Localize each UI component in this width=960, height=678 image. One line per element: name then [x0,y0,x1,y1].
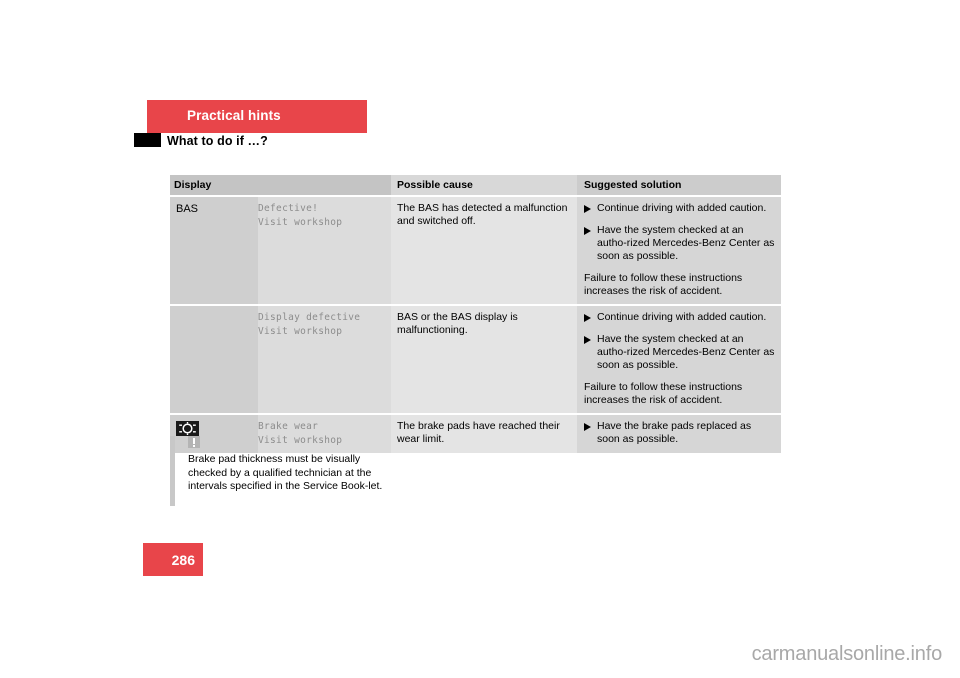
solution-text: Have the brake pads replaced as soon as … [597,420,752,445]
cell-display-symbol [170,415,258,453]
page-number: 286 [171,552,195,568]
cell-possible-cause: The brake pads have reached their wear l… [391,415,577,453]
cell-display-symbol: BAS [170,197,258,304]
chapter-header-band: Practical hints [147,100,367,133]
section-title: What to do if …? [167,134,268,148]
display-message-text: Brake wear Visit workshop [258,421,343,446]
note-side-bar [170,436,175,506]
display-message-text: Defective! Visit workshop [258,203,343,228]
solution-warning-text: Failure to follow these instructions inc… [584,272,743,297]
possible-cause-text: The BAS has detected a malfunction and s… [397,202,568,227]
solution-item: Continue driving with added caution. [584,311,775,324]
possible-cause-text: BAS or the BAS display is malfunctioning… [397,311,518,336]
header-cell-suggested-solution: Suggested solution [577,175,781,195]
solution-item: Have the brake pads replaced as soon as … [584,420,775,446]
solution-text: Continue driving with added caution. [597,202,767,214]
triangle-bullet-icon [584,420,597,446]
cell-display-symbol [170,306,258,413]
solution-text: Have the system checked at an autho-rize… [597,333,775,371]
chapter-title: Practical hints [187,108,281,123]
cell-display-message: Display defective Visit workshop [258,306,391,413]
table-row: BAS Defective! Visit workshop The BAS ha… [170,197,781,304]
cell-display-message: Defective! Visit workshop [258,197,391,304]
cell-suggested-solution: Have the brake pads replaced as soon as … [577,415,781,453]
brake-wear-telltale-icon [176,421,199,436]
table-header-row: Display Possible cause Suggested solutio… [170,175,781,195]
display-symbol-label: BAS [176,203,199,215]
header-cell-display-symbol: Display [170,175,258,195]
possible-cause-text: The brake pads have reached their wear l… [397,420,560,445]
solution-text: Have the system checked at an autho-rize… [597,224,775,262]
table-row: Brake wear Visit workshop The brake pads… [170,415,781,453]
display-message-text: Display defective Visit workshop [258,312,361,337]
malfunction-table: Display Possible cause Suggested solutio… [170,175,781,453]
header-cell-possible-cause: Possible cause [391,175,577,195]
header-cell-display-message [258,175,391,195]
triangle-bullet-icon [584,333,597,372]
table-row: Display defective Visit workshop BAS or … [170,306,781,413]
triangle-bullet-icon [584,224,597,263]
cell-suggested-solution: Continue driving with added caution. Hav… [577,197,781,304]
cell-possible-cause: BAS or the BAS display is malfunctioning… [391,306,577,413]
triangle-bullet-icon [584,202,597,215]
section-marker [134,133,161,147]
note-text: Brake pad thickness must be visually che… [188,453,383,492]
solution-item: Have the system checked at an autho-rize… [584,224,775,263]
cell-suggested-solution: Continue driving with added caution. Hav… [577,306,781,413]
solution-item: Have the system checked at an autho-rize… [584,333,775,372]
solution-item: Continue driving with added caution. [584,202,775,215]
watermark: carmanualsonline.info [751,643,943,665]
solution-warning-text: Failure to follow these instructions inc… [584,381,743,406]
solution-text: Continue driving with added caution. [597,311,767,323]
page-number-badge: 286 [143,543,203,576]
exclamation-icon [188,436,200,448]
cell-display-message: Brake wear Visit workshop [258,415,391,453]
triangle-bullet-icon [584,311,597,324]
cell-possible-cause: The BAS has detected a malfunction and s… [391,197,577,304]
